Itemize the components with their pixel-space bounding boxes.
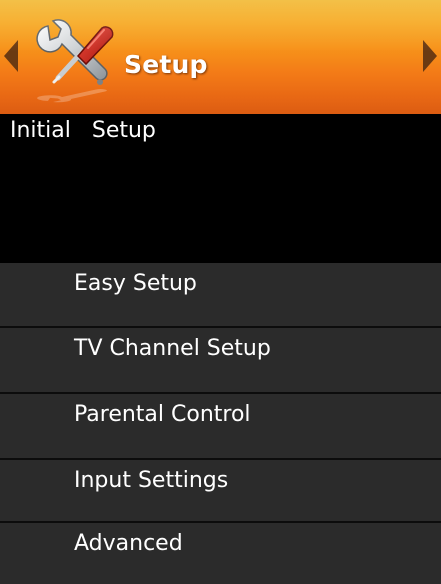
setup-panel: Setup Initial Setup Easy Setup TV Channe… [0, 0, 441, 584]
header-bar: Setup [0, 0, 441, 114]
menu-item-label: Advanced [74, 531, 183, 556]
arrow-right-icon[interactable] [423, 40, 437, 72]
section-subtitle: Initial Setup [10, 118, 156, 143]
menu-item-label: Input Settings [74, 468, 229, 493]
menu-item-input-settings[interactable]: Input Settings [0, 460, 441, 524]
menu-item-label: TV Channel Setup [74, 336, 271, 361]
menu-item-parental-control[interactable]: Parental Control [0, 394, 441, 458]
menu-item-label: Parental Control [74, 402, 251, 427]
menu-item-easy-setup[interactable]: Easy Setup [0, 263, 441, 327]
menu-item-label: Easy Setup [74, 271, 197, 296]
menu-item-advanced[interactable]: Advanced [0, 523, 441, 584]
menu-item-tv-channel-setup[interactable]: TV Channel Setup [0, 328, 441, 392]
menu-list: Easy Setup TV Channel Setup Parental Con… [0, 263, 441, 584]
arrow-left-icon[interactable] [4, 40, 18, 72]
tools-icon [36, 19, 114, 103]
page-title: Setup [124, 50, 208, 79]
